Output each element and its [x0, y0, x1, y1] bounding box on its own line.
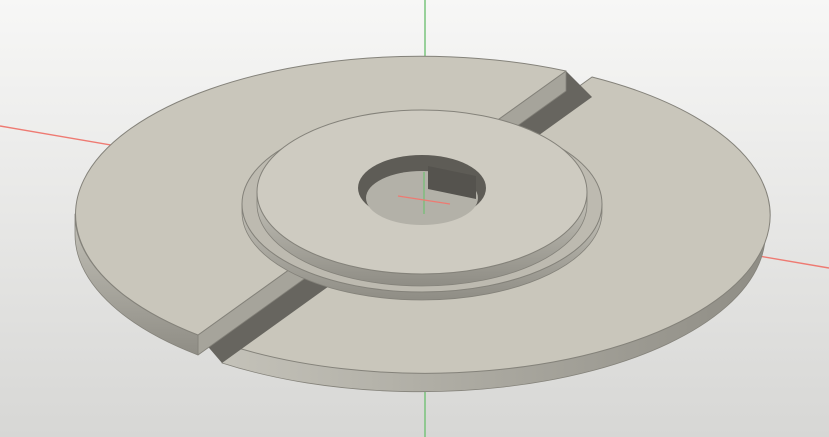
model-slotted-disc[interactable]: [74, 55, 771, 393]
cad-canvas[interactable]: [0, 0, 829, 437]
cad-viewport[interactable]: [0, 0, 829, 437]
